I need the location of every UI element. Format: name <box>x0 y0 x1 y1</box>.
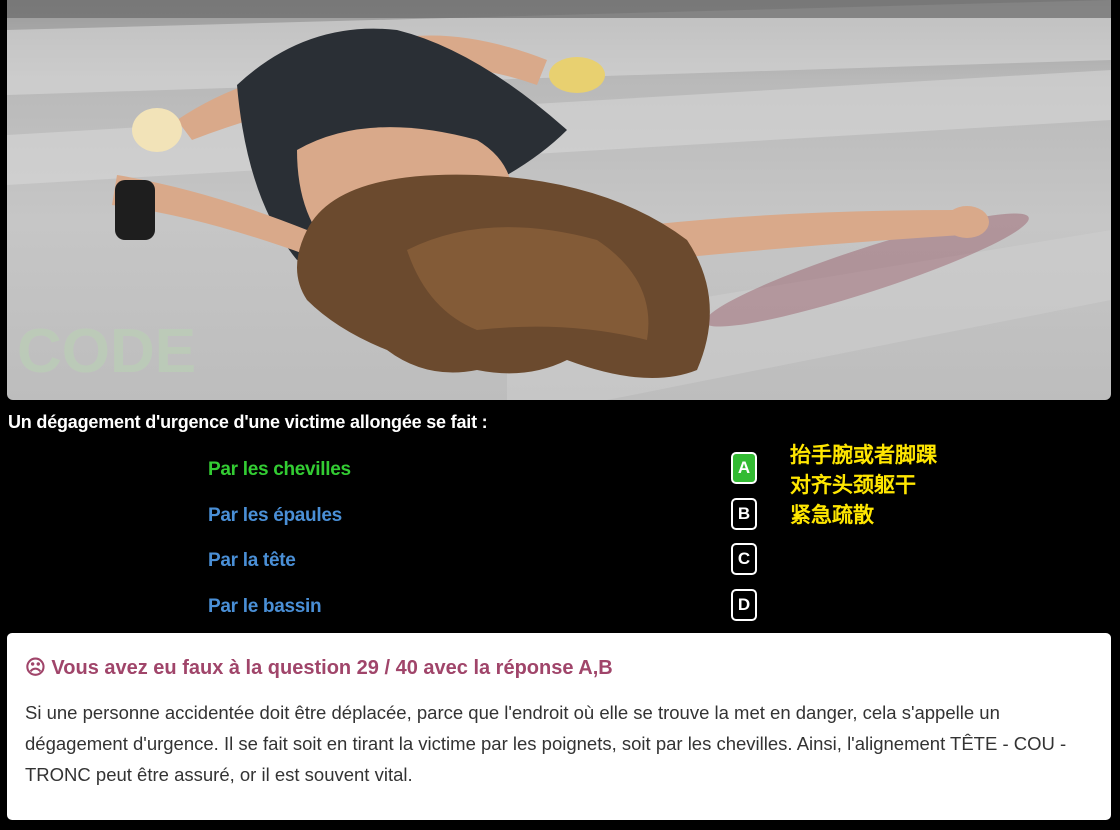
result-title: ☹ Vous avez eu faux à la question 29 / 4… <box>25 657 613 679</box>
answer-b-label[interactable]: Par les épaules <box>208 505 342 527</box>
watermark-logo: CODE <box>17 317 196 386</box>
annotation-line-2: 对齐头颈躯干 <box>790 473 916 497</box>
answer-d-button[interactable]: D <box>731 589 757 621</box>
answer-b-button[interactable]: B <box>731 498 757 530</box>
victim-illustration: CODE <box>7 0 1111 400</box>
answer-c-button[interactable]: C <box>731 543 757 575</box>
answer-c-label[interactable]: Par la tête <box>208 550 296 572</box>
answer-d-label[interactable]: Par le bassin <box>208 596 322 618</box>
annotation-line-1: 抬手腕或者脚踝 <box>790 443 937 467</box>
result-panel: ☹ Vous avez eu faux à la question 29 / 4… <box>7 633 1111 820</box>
annotation-note: 抬手腕或者脚踝 对齐头颈躯干 紧急疏散 <box>790 440 937 530</box>
question-text: Un dégagement d'urgence d'une victime al… <box>8 412 488 432</box>
annotation-line-3: 紧急疏散 <box>790 503 874 527</box>
result-explanation: Si une personne accidentée doit être dép… <box>25 702 1067 785</box>
answer-a-label[interactable]: Par les chevilles <box>208 459 351 481</box>
answer-a-button[interactable]: A <box>731 452 757 484</box>
question-photo: CODE <box>7 0 1111 400</box>
